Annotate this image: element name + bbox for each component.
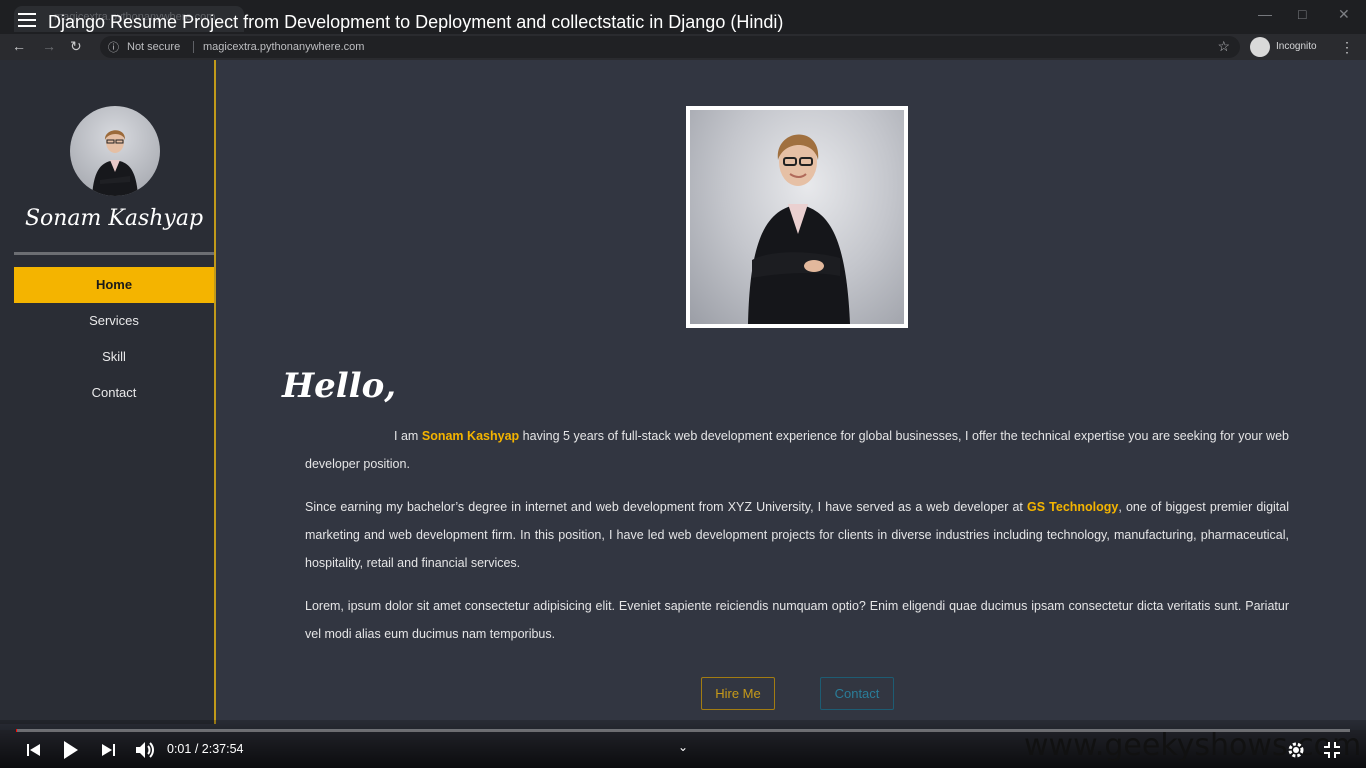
contact-button[interactable]: Contact bbox=[820, 677, 894, 710]
time-total: 2:37:54 bbox=[201, 742, 244, 756]
experience-paragraph: Since earning my bachelor’s degree in in… bbox=[305, 493, 1289, 577]
sidebar-item-home[interactable]: Home bbox=[14, 267, 214, 303]
previous-icon[interactable] bbox=[26, 742, 42, 758]
time-current: 0:01 bbox=[167, 742, 192, 756]
profile-name: Sonam Kashyap bbox=[24, 206, 204, 231]
hire-me-button[interactable]: Hire Me bbox=[701, 677, 775, 710]
sidebar-item-services[interactable]: Services bbox=[14, 303, 214, 339]
highlight-name: Sonam Kashyap bbox=[421, 429, 520, 443]
video-player-frame: magicextra.pythonanywhere.com — □ ✕ ← → … bbox=[0, 0, 1366, 768]
person-photo-illustration bbox=[748, 134, 850, 324]
watermark: www.geekyshows.com bbox=[1024, 728, 1362, 763]
sidebar-divider bbox=[14, 252, 214, 255]
intro-text-start: I am bbox=[394, 429, 422, 443]
play-icon[interactable] bbox=[62, 740, 80, 760]
resume-page: Sonam Kashyap Home Services Skill Contac… bbox=[0, 60, 1366, 730]
player-controls: 0:01 / 2:37:54 ⌄ www.geekyshows.com bbox=[0, 720, 1366, 768]
progress-bar-fill bbox=[16, 729, 18, 732]
volume-icon[interactable] bbox=[134, 740, 156, 760]
sidebar-nav: Home Services Skill Contact bbox=[14, 267, 214, 411]
person-avatar-illustration bbox=[92, 130, 138, 196]
sidebar: Sonam Kashyap Home Services Skill Contac… bbox=[0, 60, 216, 724]
video-title-bar: Django Resume Project from Development t… bbox=[0, 0, 1366, 48]
playlist-menu-icon[interactable] bbox=[18, 13, 36, 31]
sidebar-item-skill[interactable]: Skill bbox=[14, 339, 214, 375]
experience-text-start: Since earning my bachelor’s degree in in… bbox=[305, 500, 1027, 514]
sidebar-item-contact[interactable]: Contact bbox=[14, 375, 214, 411]
greeting-heading: Hello, bbox=[282, 366, 397, 406]
next-icon[interactable] bbox=[100, 742, 116, 758]
exit-fullscreen-icon[interactable] bbox=[1322, 740, 1342, 760]
settings-gear-icon[interactable] bbox=[1286, 740, 1306, 760]
lorem-paragraph: Lorem, ipsum dolor sit amet consectetur … bbox=[305, 599, 1289, 641]
highlight-company: GS Technology bbox=[1027, 500, 1119, 514]
intro-paragraph: I am Sonam Kashyap having 5 years of ful… bbox=[305, 422, 1289, 478]
avatar bbox=[70, 106, 160, 196]
main-content: Hello, I am Sonam Kashyap having 5 years… bbox=[218, 60, 1366, 730]
video-title[interactable]: Django Resume Project from Development t… bbox=[48, 12, 783, 33]
time-separator: / bbox=[191, 742, 202, 756]
profile-photo bbox=[686, 106, 908, 328]
chevron-down-icon[interactable]: ⌄ bbox=[678, 740, 688, 754]
time-display: 0:01 / 2:37:54 bbox=[167, 742, 243, 756]
